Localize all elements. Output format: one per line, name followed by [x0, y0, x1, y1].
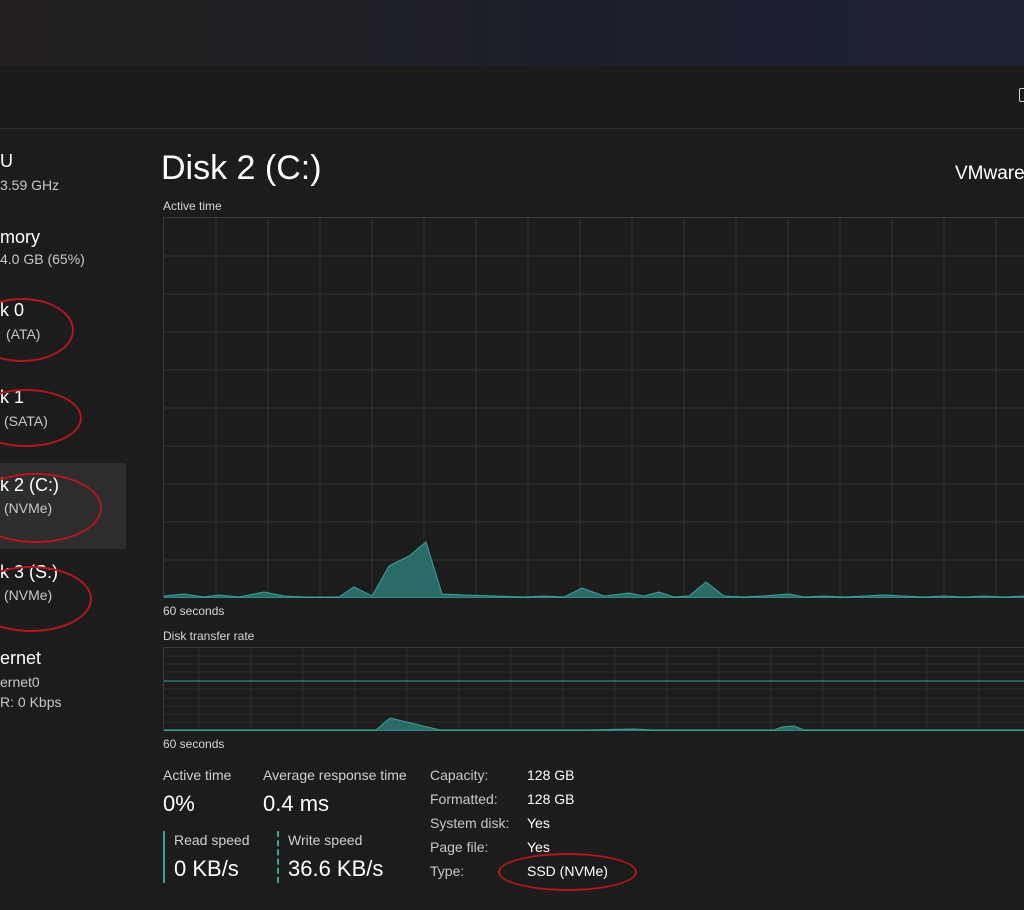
sidebar-item-subtitle: ernet0: [0, 674, 40, 690]
transfer-graph-label: Disk transfer rate: [163, 629, 255, 643]
type-label: Type:: [430, 863, 465, 879]
avg-response-value: 0.4 ms: [263, 791, 330, 816]
sidebar-item-disk-2[interactable]: k 2 (C:) (NVMe): [0, 463, 126, 549]
system-disk-value: Yes: [527, 815, 550, 831]
active-time-duration-label: 60 seconds: [163, 604, 225, 618]
formatted-value: 128 GB: [527, 791, 575, 807]
page-file-label: Page file:: [430, 839, 489, 855]
avg-response-label: Average response time: [263, 767, 407, 783]
active-time-graph: [163, 217, 1024, 598]
sidebar-item-title: mory: [0, 227, 40, 247]
window-icon[interactable]: [1019, 88, 1024, 102]
sidebar-item-subtitle: (NVMe): [4, 587, 53, 603]
sidebar-item-title: k 0: [0, 300, 25, 320]
sidebar-item-title: ernet: [0, 648, 42, 668]
read-speed-label: Read speed: [174, 832, 250, 848]
system-disk-label: System disk:: [430, 815, 510, 831]
write-speed-indicator: [277, 831, 279, 883]
sidebar-item-ethernet[interactable]: ernet ernet0 R: 0 Kbps: [0, 639, 126, 729]
sidebar-item-disk-3[interactable]: k 3 (S:) (NVMe): [0, 553, 126, 637]
sidebar-item-subtitle: (SATA): [4, 413, 48, 429]
active-time-graph-label: Active time: [163, 199, 222, 213]
graph-grid: [164, 648, 1024, 731]
sidebar-item-throughput: R: 0 Kbps: [0, 694, 62, 710]
active-time-series: [164, 541, 1024, 598]
sidebar-item-title: k 1: [0, 387, 25, 407]
sidebar-item-subtitle: 3.59 GHz: [0, 177, 60, 193]
sidebar-item-title: k 2 (C:): [0, 475, 60, 495]
capacity-value: 128 GB: [527, 767, 575, 783]
sidebar-item-cpu[interactable]: U 3.59 GHz: [0, 143, 126, 227]
capacity-label: Capacity:: [430, 767, 489, 783]
formatted-label: Formatted:: [430, 791, 498, 807]
sidebar-item-disk-0[interactable]: k 0 (ATA): [0, 292, 126, 376]
graph-grid: [164, 218, 1024, 598]
sidebar-item-title: U: [0, 151, 13, 171]
transfer-rate-graph: [163, 647, 1024, 731]
write-speed-label: Write speed: [288, 832, 363, 848]
toolbar: [0, 66, 1024, 129]
sidebar-item-subtitle: (ATA): [6, 326, 41, 342]
sidebar-item-disk-1[interactable]: k 1 (SATA): [0, 379, 126, 463]
read-speed-value: 0 KB/s: [174, 856, 239, 881]
active-time-value: 0%: [163, 791, 195, 816]
disk-model: VMware: [955, 163, 1024, 184]
active-time-label: Active time: [163, 767, 232, 783]
sidebar-item-title: k 3 (S:): [0, 562, 59, 582]
transfer-duration-label: 60 seconds: [163, 737, 225, 751]
write-rate-series: [164, 717, 1024, 731]
write-speed-value: 36.6 KB/s: [288, 856, 384, 881]
sidebar: U 3.59 GHz mory 4.0 GB (65%) k 0 (ATA) k…: [0, 129, 126, 910]
sidebar-item-subtitle: 4.0 GB (65%): [0, 251, 85, 267]
sidebar-item-subtitle: (NVMe): [4, 500, 53, 516]
type-value: SSD (NVMe): [527, 863, 608, 879]
page-title: Disk 2 (C:): [161, 149, 322, 187]
window-title-bar: [0, 0, 1024, 66]
page-file-value: Yes: [527, 839, 550, 855]
read-speed-indicator: [163, 831, 165, 883]
